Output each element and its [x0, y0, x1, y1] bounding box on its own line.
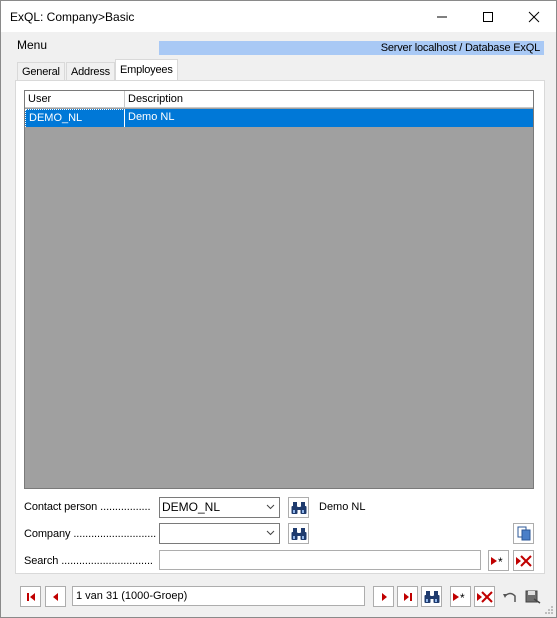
last-record-icon: [403, 592, 412, 601]
delete-record-icon: [476, 590, 493, 603]
copy-icon: [517, 526, 530, 541]
employees-grid[interactable]: User Description DEMO_NL Demo NL: [24, 90, 534, 489]
chevron-down-icon: [266, 530, 275, 536]
copy-button[interactable]: [513, 523, 534, 544]
contact-person-combo[interactable]: DEMO_NL: [159, 497, 280, 518]
first-record-icon: [26, 592, 35, 601]
svg-text:*: *: [498, 555, 503, 567]
minimize-icon: [437, 16, 447, 17]
window-title: ExQL: Company>Basic: [10, 10, 135, 24]
save-button[interactable]: [522, 586, 543, 607]
previous-icon: [52, 592, 58, 601]
company-combo[interactable]: [159, 523, 280, 544]
contact-person-label: Contact person .................: [24, 501, 151, 513]
application-window: ExQL: Company>Basic Menu Server localhos…: [0, 0, 557, 618]
chevron-down-icon: [266, 504, 275, 510]
title-bar: ExQL: Company>Basic: [1, 1, 556, 32]
contact-person-lookup-button[interactable]: [288, 497, 309, 518]
minimize-button[interactable]: [419, 1, 465, 32]
server-info-bar: Server localhost / Database ExQL: [159, 41, 544, 55]
nav-new-record-button[interactable]: *: [450, 586, 471, 607]
next-record-button[interactable]: [373, 586, 394, 607]
contact-person-value: DEMO_NL: [162, 500, 221, 514]
find-record-button[interactable]: [421, 586, 442, 607]
maximize-button[interactable]: [465, 1, 511, 32]
column-header-user[interactable]: User: [25, 91, 125, 108]
binoculars-icon: [291, 501, 306, 514]
new-record-icon: *: [452, 591, 465, 603]
grid-header: User Description: [25, 91, 533, 108]
company-lookup-button[interactable]: [288, 523, 309, 544]
close-button[interactable]: [511, 1, 557, 32]
binoculars-icon: [291, 527, 306, 540]
maximize-icon: [483, 11, 493, 22]
close-icon: [528, 11, 540, 22]
delete-record-button[interactable]: [513, 550, 534, 571]
binoculars-icon: [424, 590, 439, 603]
search-input[interactable]: [159, 550, 481, 570]
save-icon: [525, 590, 540, 604]
delete-record-icon: [515, 554, 532, 567]
tab-address[interactable]: Address: [66, 62, 115, 80]
undo-button[interactable]: [499, 586, 520, 607]
record-position-field[interactable]: 1 van 31 (1000-Groep): [72, 586, 365, 606]
previous-record-button[interactable]: [45, 586, 66, 607]
nav-delete-record-button[interactable]: [474, 586, 495, 607]
tab-general[interactable]: General: [17, 62, 65, 80]
company-label: Company ............................: [24, 528, 157, 540]
table-row[interactable]: DEMO_NL Demo NL: [25, 109, 533, 127]
menu-button[interactable]: Menu: [17, 38, 47, 52]
column-header-description[interactable]: Description: [125, 91, 533, 108]
svg-text:*: *: [460, 591, 465, 603]
undo-icon: [502, 592, 516, 602]
cell-user[interactable]: DEMO_NL: [25, 109, 125, 127]
contact-person-description: Demo NL: [319, 501, 366, 513]
next-icon: [381, 592, 387, 601]
new-record-icon: *: [490, 555, 503, 567]
resize-grip-icon[interactable]: [544, 605, 554, 615]
cell-description[interactable]: Demo NL: [125, 109, 533, 127]
first-record-button[interactable]: [20, 586, 41, 607]
search-label: Search ...............................: [24, 555, 153, 567]
last-record-button[interactable]: [397, 586, 418, 607]
tab-employees[interactable]: Employees: [115, 59, 178, 80]
new-record-button[interactable]: *: [488, 550, 509, 571]
